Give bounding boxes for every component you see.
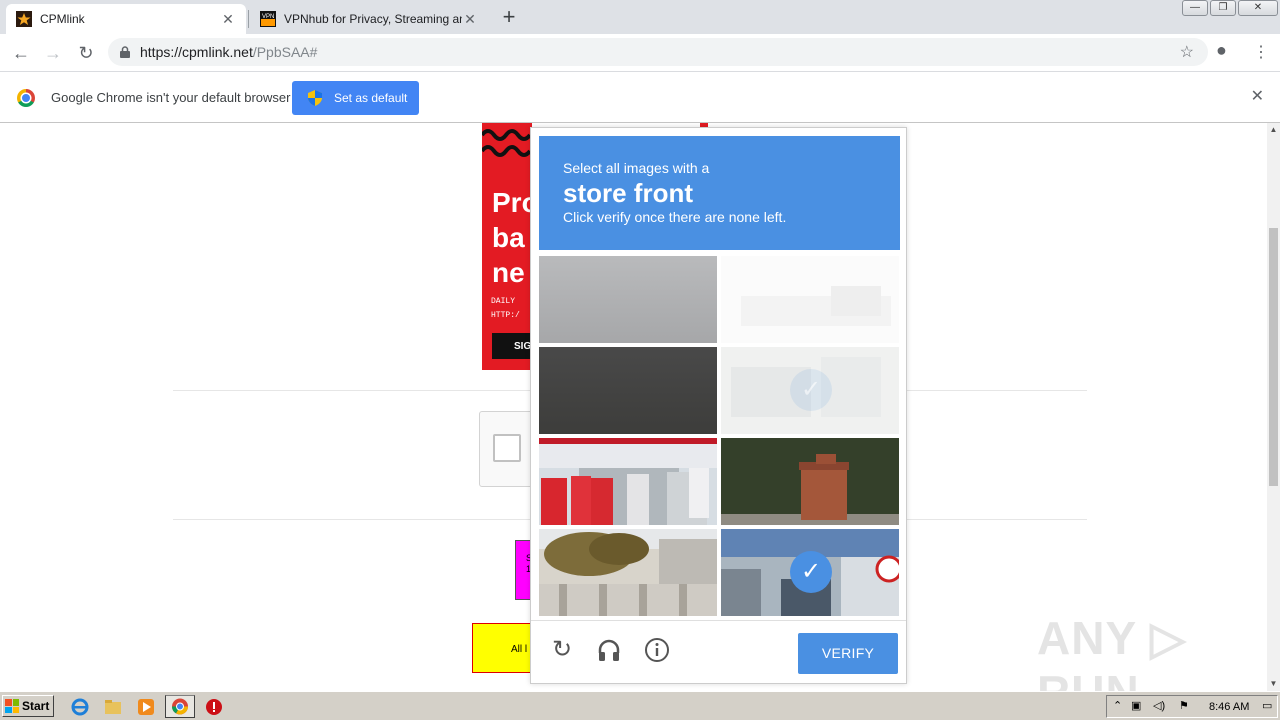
infobar-close-icon[interactable]: ✕ — [1251, 86, 1264, 106]
back-button[interactable]: ← — [8, 40, 34, 66]
captcha-tile[interactable] — [539, 438, 717, 525]
scroll-thumb[interactable] — [1269, 228, 1278, 486]
captcha-image-grid: ✓ ✓ — [539, 256, 900, 616]
chrome-taskbar-button[interactable] — [165, 695, 195, 718]
menu-icon[interactable]: ⋮ — [1253, 42, 1269, 62]
tab-vpnhub[interactable]: VPN VPNhub for Privacy, Streaming and P … — [250, 4, 488, 34]
star-favicon-icon — [16, 11, 32, 27]
selected-check-icon: ✓ — [790, 369, 832, 411]
clock[interactable]: 8:46 AM — [1209, 701, 1249, 713]
captcha-tile[interactable]: ✓ — [721, 347, 899, 434]
captcha-tile[interactable] — [721, 438, 899, 525]
opera-icon[interactable] — [204, 697, 224, 717]
captcha-tile[interactable] — [539, 529, 717, 616]
captcha-target: store front — [563, 178, 693, 208]
tab-cpmlink[interactable]: CPMlink ✕ — [6, 4, 246, 34]
start-label: Start — [22, 699, 50, 713]
info-icon[interactable] — [644, 637, 670, 663]
window-controls: — ❐ ✕ — [1180, 0, 1278, 18]
anyrun-watermark: ANY ▷ RUN — [1037, 612, 1187, 691]
set-as-default-button[interactable]: Set as default — [292, 81, 419, 115]
captcha-challenge: Select all images with a store front Cli… — [530, 127, 907, 684]
vpnhub-favicon-icon: VPN — [260, 11, 276, 27]
captcha-header: Select all images with a store front Cli… — [539, 136, 900, 250]
internet-explorer-icon[interactable] — [70, 697, 90, 717]
set-as-default-label: Set as default — [334, 91, 408, 105]
minimize-button[interactable]: — — [1182, 0, 1208, 16]
yellow-box[interactable]: All l — [472, 623, 534, 673]
tab-separator — [248, 10, 249, 28]
scroll-up-arrow-icon[interactable]: ▲ — [1267, 123, 1280, 137]
selected-check-icon: ✓ — [790, 551, 832, 593]
url-path: /PpbSAA# — [252, 44, 318, 60]
tab-title: CPMlink — [40, 12, 85, 26]
verify-button[interactable]: VERIFY — [798, 633, 898, 674]
refresh-icon[interactable]: ↻ — [549, 637, 575, 663]
start-button[interactable]: Start — [2, 695, 54, 717]
tab-close-icon[interactable]: ✕ — [462, 11, 478, 28]
captcha-tile[interactable] — [539, 256, 717, 343]
page-scrollbar[interactable]: ▲ ▼ — [1267, 123, 1280, 691]
chrome-logo-icon — [17, 89, 35, 107]
reload-button[interactable]: ↻ — [73, 40, 99, 66]
captcha-subinstruction: Click verify once there are none left. — [563, 209, 787, 225]
windows-taskbar: Start ⌃ ▣ ◁) ⚑ 8:46 AM ▭ — [0, 691, 1280, 720]
svg-text:VPN: VPN — [262, 14, 274, 20]
close-window-button[interactable]: ✕ — [1238, 0, 1278, 16]
address-bar[interactable]: https://cpmlink.net/PpbSAA# ☆ — [108, 38, 1208, 66]
volume-icon[interactable]: ◁) — [1153, 699, 1165, 712]
ad-small-text: DAILY HTTP:/ — [491, 297, 520, 320]
scroll-down-arrow-icon[interactable]: ▼ — [1267, 677, 1280, 691]
ad-signup-button[interactable]: SIG — [492, 333, 532, 359]
bookmark-star-icon[interactable]: ☆ — [1180, 42, 1194, 62]
forward-button[interactable]: → — [40, 40, 66, 66]
tab-title: VPNhub for Privacy, Streaming and P — [284, 12, 462, 26]
browser-toolbar: ← → ↻ https://cpmlink.net/PpbSAA# ☆ ● ⋮ — [0, 34, 1280, 71]
recaptcha-checkbox[interactable] — [493, 434, 521, 462]
captcha-tile[interactable] — [539, 347, 717, 434]
captcha-instruction: Select all images with a — [563, 160, 710, 176]
restore-button[interactable]: ❐ — [1210, 0, 1236, 16]
tray-expand-icon[interactable]: ⌃ — [1113, 699, 1122, 712]
profile-icon[interactable]: ● — [1216, 40, 1227, 61]
lock-icon — [120, 46, 130, 58]
windows-logo-icon — [5, 699, 19, 713]
tab-strip: CPMlink ✕ VPN VPNhub for Privacy, Stream… — [0, 0, 1280, 34]
tab-close-icon[interactable]: ✕ — [220, 11, 236, 28]
show-desktop-icon[interactable]: ▭ — [1262, 699, 1272, 712]
captcha-tile[interactable] — [721, 256, 899, 343]
default-browser-infobar: Google Chrome isn't your default browser… — [0, 71, 1280, 123]
captcha-footer: ↻ VERIFY — [531, 620, 906, 683]
network-icon[interactable]: ▣ — [1131, 699, 1141, 712]
system-tray: ⌃ ▣ ◁) ⚑ 8:46 AM ▭ — [1106, 695, 1278, 718]
media-player-icon[interactable] — [136, 697, 156, 717]
shield-icon — [308, 90, 322, 106]
advertisement-banner[interactable]: Pro ba ne DAILY HTTP:/ SIG — [482, 123, 532, 370]
wave-decoration-icon — [482, 129, 532, 157]
captcha-tile[interactable]: ✓ — [721, 529, 899, 616]
flag-icon[interactable]: ⚑ — [1179, 699, 1189, 712]
headphones-icon[interactable] — [596, 637, 622, 663]
ad-headline: Pro ba ne — [492, 187, 532, 288]
new-tab-button[interactable]: + — [496, 5, 522, 31]
explorer-folder-icon[interactable] — [103, 697, 123, 717]
infobar-message: Google Chrome isn't your default browser — [51, 90, 291, 105]
url-host: https://cpmlink.net — [140, 44, 253, 60]
